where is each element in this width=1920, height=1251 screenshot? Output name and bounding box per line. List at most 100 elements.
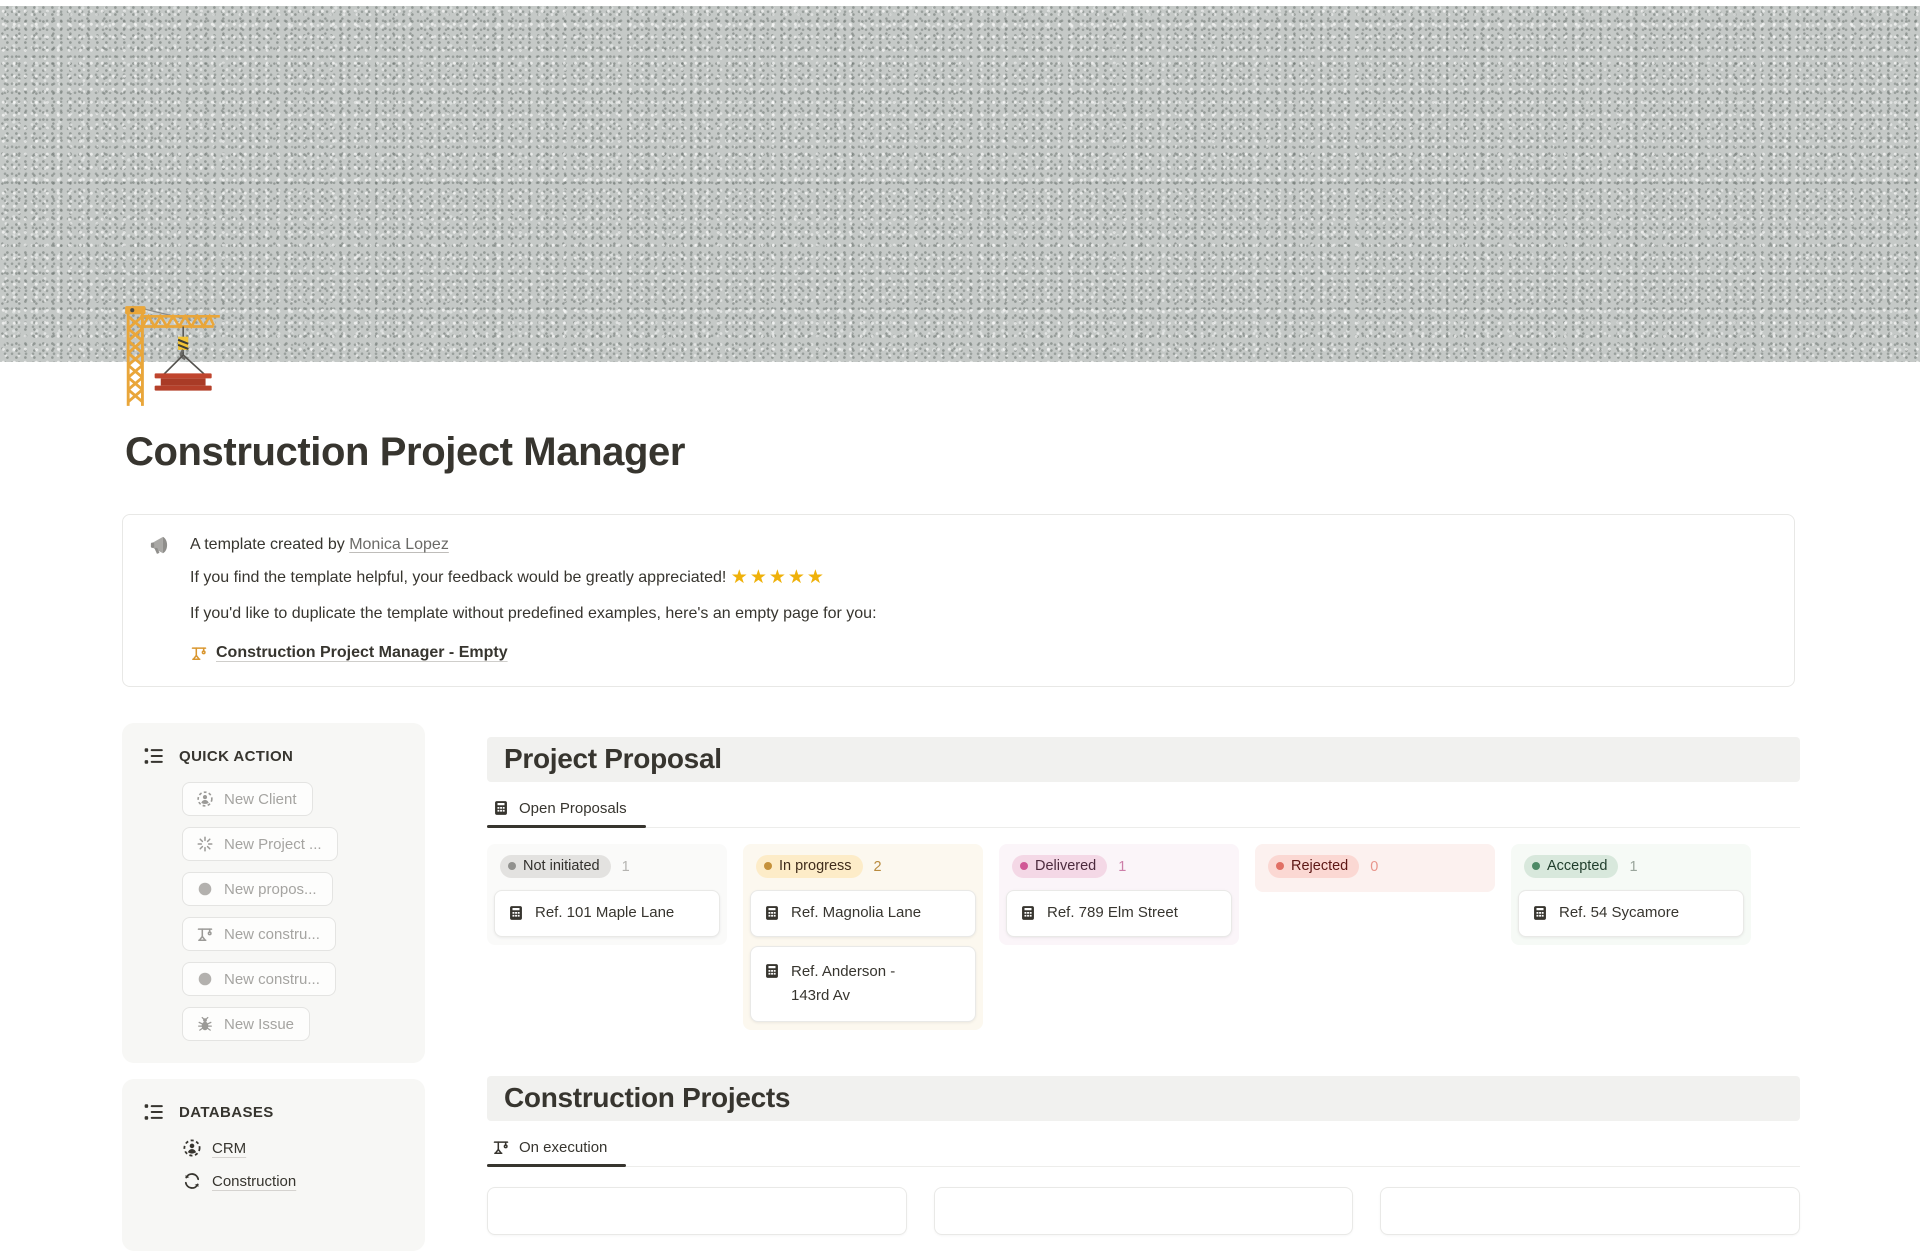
page-title: Construction Project Manager <box>125 428 1920 476</box>
status-dot <box>1276 862 1284 870</box>
proposal-card[interactable]: Ref. 789 Elm Street <box>1006 890 1232 937</box>
button-label: New Issue <box>224 1016 294 1033</box>
status-label: Rejected <box>1291 858 1348 874</box>
board-column-in-progress: In progress 2 Ref. Magnolia Lane Ref. An… <box>743 844 983 1030</box>
card-title: Ref. Anderson - 143rd Av <box>791 960 935 1008</box>
new-construction-button[interactable]: New constru... <box>182 917 336 951</box>
section-title: Construction Projects <box>504 1082 1783 1114</box>
proposal-card[interactable]: Ref. Anderson - 143rd Av <box>750 946 976 1022</box>
databases-title: DATABASES <box>179 1104 274 1121</box>
section-title: Project Proposal <box>504 743 1783 775</box>
board-column-rejected: Rejected 0 <box>1255 844 1495 892</box>
tab-open-proposals[interactable]: Open Proposals <box>487 793 646 827</box>
column-count: 0 <box>1370 859 1378 875</box>
column-count: 1 <box>1629 859 1637 875</box>
projects-cards-row <box>487 1187 1800 1235</box>
new-proposal-button[interactable]: New propos... <box>182 872 333 906</box>
proposal-tabs: Open Proposals <box>487 793 1800 828</box>
status-dot <box>1020 862 1028 870</box>
list-icon <box>143 745 165 767</box>
table-icon <box>763 904 781 922</box>
database-item-crm[interactable]: CRM <box>182 1138 246 1158</box>
tab-label: On execution <box>519 1139 607 1156</box>
proposal-card[interactable]: Ref. 54 Sycamore <box>1518 890 1744 937</box>
column-count: 1 <box>1118 859 1126 875</box>
table-icon <box>1531 904 1549 922</box>
card-title: Ref. Magnolia Lane <box>791 902 921 924</box>
proposal-section-heading: Project Proposal <box>487 737 1800 782</box>
board-column-accepted: Accepted 1 Ref. 54 Sycamore <box>1511 844 1751 945</box>
new-construction-button-2[interactable]: New constru... <box>182 962 336 996</box>
status-dot <box>508 862 516 870</box>
project-card[interactable] <box>487 1187 907 1235</box>
star-rating: ★★★★★ <box>731 567 826 588</box>
crane-icon <box>190 644 208 662</box>
duplicate-line: If you'd like to duplicate the template … <box>190 603 877 625</box>
status-pill[interactable]: Delivered <box>1012 855 1107 878</box>
created-by-line: A template created by Monica Lopez <box>190 534 877 556</box>
board-column-delivered: Delivered 1 Ref. 789 Elm Street <box>999 844 1239 945</box>
button-label: New constru... <box>224 971 320 988</box>
project-card[interactable] <box>1380 1187 1800 1235</box>
person-dashed-icon <box>196 790 214 808</box>
empty-page-line: Construction Project Manager - Empty <box>190 642 877 664</box>
crane-icon <box>196 925 214 943</box>
person-dashed-icon <box>182 1138 202 1158</box>
cover-image <box>0 6 1920 362</box>
column-count: 2 <box>874 859 882 875</box>
status-pill[interactable]: In progress <box>756 855 863 878</box>
burst-icon <box>196 835 214 853</box>
project-card[interactable] <box>934 1187 1354 1235</box>
bug-icon <box>196 1015 214 1033</box>
megaphone-icon <box>148 532 175 559</box>
created-by-prefix: A template created by <box>190 536 349 553</box>
proposal-card[interactable]: Ref. 101 Maple Lane <box>494 890 720 937</box>
gray-circle-icon <box>196 970 214 988</box>
table-icon <box>1019 904 1037 922</box>
column-count: 1 <box>622 859 630 875</box>
card-title: Ref. 101 Maple Lane <box>535 902 674 924</box>
table-icon <box>507 904 525 922</box>
table-icon <box>763 962 781 980</box>
gray-circle-icon <box>196 880 214 898</box>
author-link[interactable]: Monica Lopez <box>349 536 449 553</box>
card-title: Ref. 789 Elm Street <box>1047 902 1178 924</box>
button-label: New Client <box>224 791 297 808</box>
status-pill[interactable]: Not initiated <box>500 855 611 878</box>
status-dot <box>764 862 772 870</box>
tab-on-execution[interactable]: On execution <box>487 1132 626 1166</box>
projects-tabs: On execution <box>487 1132 1800 1167</box>
status-pill[interactable]: Rejected <box>1268 855 1359 878</box>
main-content: Project Proposal Open Proposals Not init… <box>487 723 1800 1235</box>
database-item-construction[interactable]: Construction <box>182 1171 296 1191</box>
status-label: Delivered <box>1035 858 1096 874</box>
crane-icon <box>492 1138 510 1156</box>
quick-action-title: QUICK ACTION <box>179 748 293 765</box>
database-label: CRM <box>212 1140 246 1157</box>
databases-panel: DATABASES CRM Construction <box>122 1079 425 1251</box>
quick-action-panel: QUICK ACTION New Client New Project ... … <box>122 723 425 1063</box>
button-label: New constru... <box>224 926 320 943</box>
projects-section-heading: Construction Projects <box>487 1076 1800 1121</box>
feedback-text: If you find the template helpful, your f… <box>190 569 731 586</box>
database-label: Construction <box>212 1173 296 1190</box>
tab-label: Open Proposals <box>519 800 627 817</box>
new-issue-button[interactable]: New Issue <box>182 1007 310 1041</box>
sidebar: QUICK ACTION New Client New Project ... … <box>122 723 425 1251</box>
status-pill[interactable]: Accepted <box>1524 855 1618 878</box>
feedback-line: If you find the template helpful, your f… <box>190 567 877 589</box>
template-callout: A template created by Monica Lopez If yo… <box>122 514 1795 687</box>
empty-page-link[interactable]: Construction Project Manager - Empty <box>216 642 508 664</box>
status-dot <box>1532 862 1540 870</box>
table-icon <box>492 799 510 817</box>
proposal-card[interactable]: Ref. Magnolia Lane <box>750 890 976 937</box>
button-label: New propos... <box>224 881 317 898</box>
list-icon <box>143 1101 165 1123</box>
new-project-button[interactable]: New Project ... <box>182 827 338 861</box>
proposal-board: Not initiated 1 Ref. 101 Maple Lane In p… <box>487 844 1800 1030</box>
status-label: Not initiated <box>523 858 600 874</box>
sync-icon <box>182 1171 202 1191</box>
status-label: In progress <box>779 858 852 874</box>
status-label: Accepted <box>1547 858 1607 874</box>
new-client-button[interactable]: New Client <box>182 782 313 816</box>
